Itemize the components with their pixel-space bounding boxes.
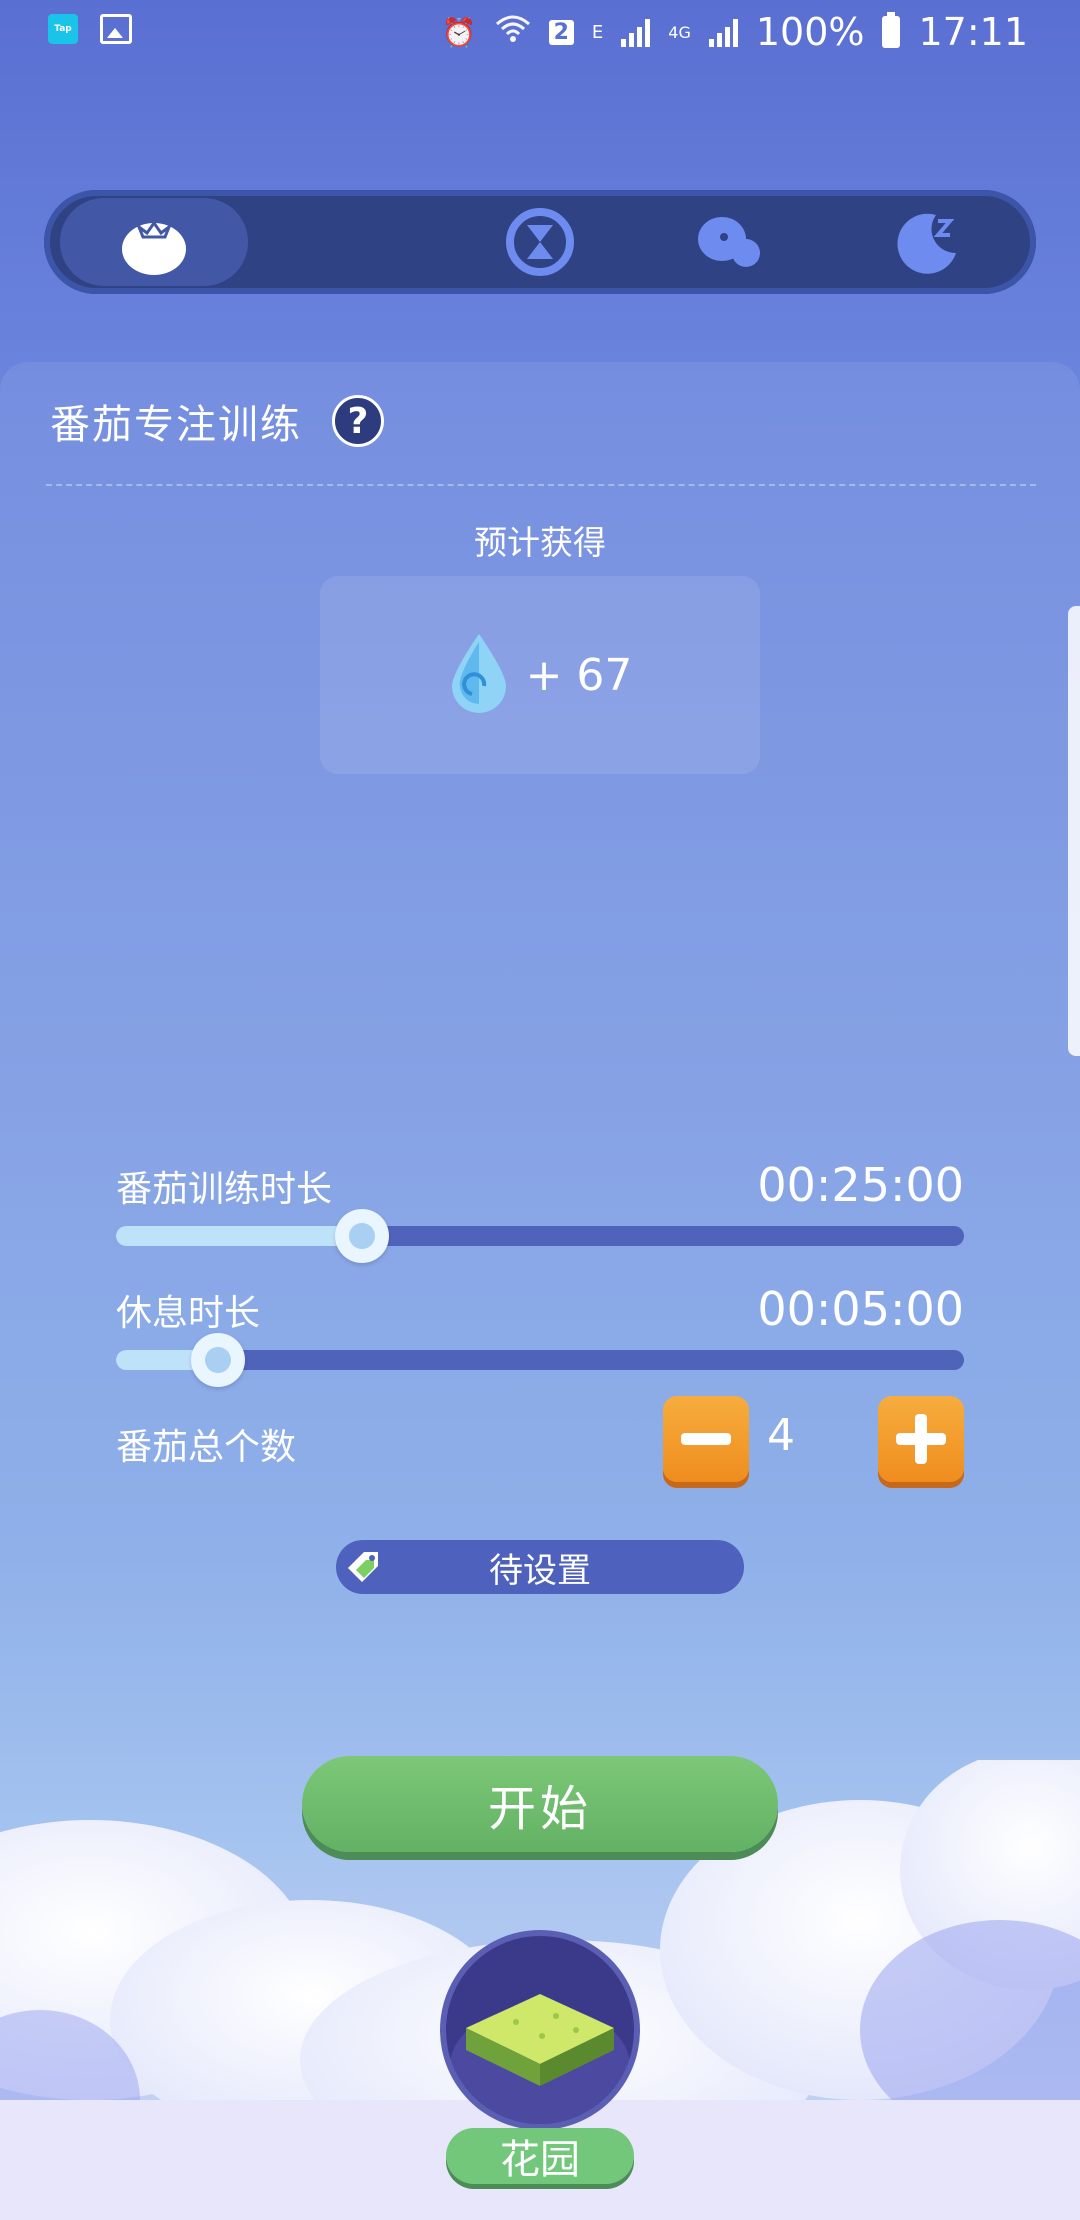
chat-bubbles-icon[interactable] xyxy=(692,205,766,279)
training-duration-row: 番茄训练时长 00:25:00 xyxy=(116,1158,964,1212)
signal-icon xyxy=(621,17,651,47)
page-title: 番茄专注训练 xyxy=(50,402,302,448)
divider xyxy=(46,484,1036,486)
sim-badge: 2 xyxy=(548,19,574,45)
increase-button[interactable] xyxy=(878,1396,964,1482)
estimate-label: 预计获得 xyxy=(474,523,606,562)
gallery-notification-icon xyxy=(100,14,132,44)
tomato-count-label: 番茄总个数 xyxy=(116,1427,297,1468)
clock: 17:11 xyxy=(918,10,1028,54)
wifi-icon xyxy=(495,14,531,51)
training-slider-fill xyxy=(116,1226,362,1246)
rest-duration-slider[interactable] xyxy=(116,1333,964,1387)
help-button[interactable]: ? xyxy=(332,395,384,447)
training-duration-slider[interactable] xyxy=(116,1209,964,1263)
taptap-notification-icon: Tap xyxy=(48,14,78,44)
tomato-count-row: 番茄总个数 4 xyxy=(116,1396,964,1482)
side-drawer-handle[interactable] xyxy=(1068,606,1080,1056)
rest-slider-thumb[interactable] xyxy=(190,1333,245,1387)
rest-duration-row: 休息时长 00:05:00 xyxy=(116,1282,964,1336)
garden-label[interactable]: 花园 xyxy=(446,2128,634,2184)
training-duration-label: 番茄训练时长 xyxy=(116,1169,333,1210)
tag-label: 待设置 xyxy=(489,1550,591,1591)
battery-percent: 100% xyxy=(755,10,865,54)
status-bar: Tap ⏰ 2 E 4G 100% 17:11 xyxy=(0,0,1080,64)
garden-grass-block-icon xyxy=(450,1994,630,2124)
garden-button[interactable] xyxy=(446,1936,634,2124)
reward-box: + 67 xyxy=(320,576,760,774)
reward-value: + 67 xyxy=(525,649,633,701)
plus-icon-vertical xyxy=(915,1414,927,1464)
tomato-count-value: 4 xyxy=(767,1410,795,1461)
rest-duration-label: 休息时长 xyxy=(116,1293,261,1334)
hourglass-icon[interactable] xyxy=(503,205,577,279)
network-e-label: E xyxy=(591,21,604,43)
decrease-button[interactable] xyxy=(663,1396,749,1482)
training-duration-value: 00:25:00 xyxy=(757,1158,964,1212)
training-slider-thumb[interactable] xyxy=(334,1209,389,1263)
tag-icon xyxy=(348,1552,378,1582)
rest-duration-value: 00:05:00 xyxy=(757,1282,964,1336)
signal-icon-2 xyxy=(708,17,738,47)
minus-icon xyxy=(681,1433,731,1445)
moon-icon[interactable] xyxy=(890,205,964,279)
tag-setting-button[interactable]: 待设置 xyxy=(336,1540,744,1594)
panel-header: 番茄专注训练 ? xyxy=(50,392,384,450)
tomato-icon[interactable] xyxy=(117,205,191,279)
water-drop-icon xyxy=(448,632,510,718)
alarm-icon: ⏰ xyxy=(441,15,477,49)
start-button[interactable]: 开始 xyxy=(302,1756,778,1852)
network-4g-label: 4G xyxy=(668,22,691,42)
battery-icon xyxy=(882,12,901,48)
